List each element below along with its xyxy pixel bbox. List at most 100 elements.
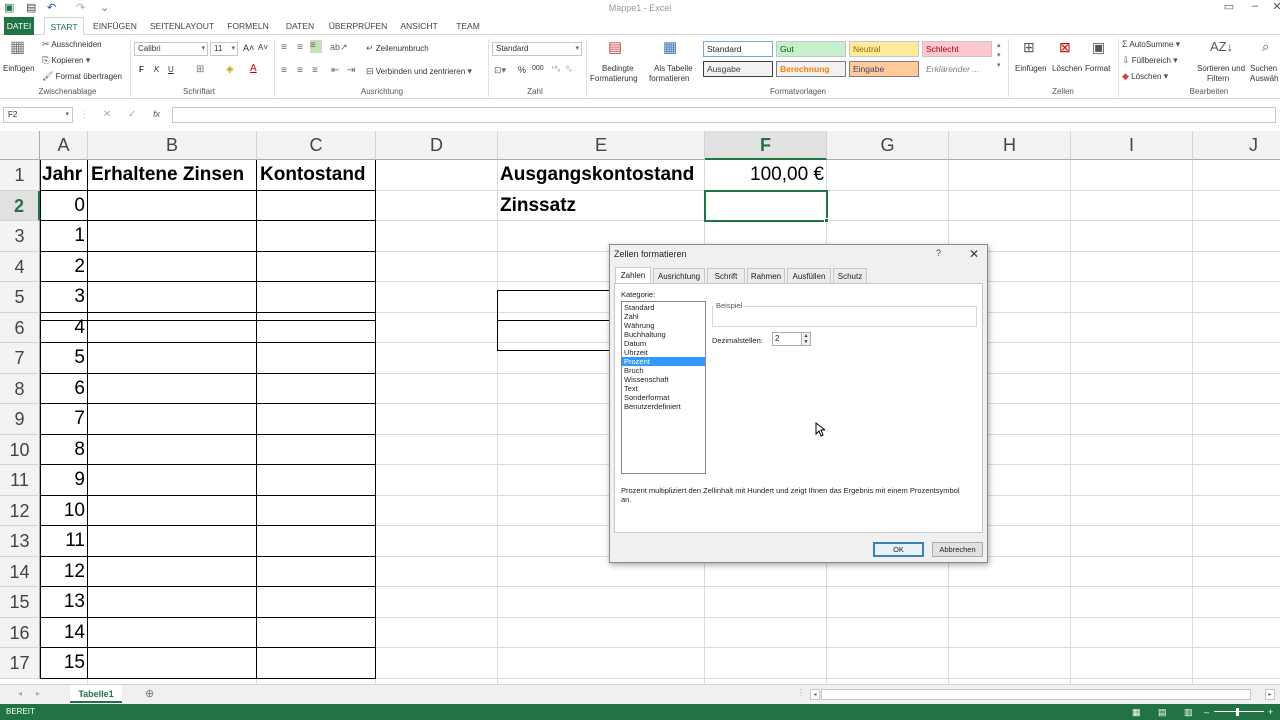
name-box[interactable]: F2 ▾	[3, 107, 73, 123]
wrap-text-button[interactable]: ↵ Zeilenumbruch	[366, 43, 429, 54]
row-header-1[interactable]: 1	[0, 160, 40, 191]
tab-start[interactable]: START	[44, 17, 84, 36]
column-header-J[interactable]: J	[1193, 131, 1280, 160]
active-cell-F2[interactable]	[704, 190, 828, 222]
thousands-button[interactable]: 000	[532, 65, 544, 72]
category-item[interactable]: Bruch	[622, 366, 705, 375]
row-header-10[interactable]: 10	[0, 434, 40, 465]
dialog-tab-numbers[interactable]: Zahlen	[615, 267, 651, 283]
increase-indent-icon[interactable]: ⇥	[347, 65, 355, 76]
font-size-select[interactable]: 11 ▾	[210, 42, 238, 56]
tab-review[interactable]: ÜBERPRÜFEN	[326, 17, 390, 35]
clear-button[interactable]: ◆ Löschen ▾	[1122, 71, 1168, 82]
category-item[interactable]: Wissenschaft	[622, 375, 705, 384]
category-item[interactable]: Benutzerdefiniert	[622, 402, 705, 411]
row-header-17[interactable]: 17	[0, 648, 40, 679]
tab-insert[interactable]: EINFÜGEN	[90, 17, 140, 35]
format-cells-button[interactable]: Format	[1085, 64, 1110, 73]
column-header-H[interactable]: H	[949, 131, 1071, 160]
format-cells-icon[interactable]: ▣	[1092, 39, 1105, 56]
normal-view-icon[interactable]: ▦	[1132, 704, 1141, 720]
category-item[interactable]: Standard	[622, 303, 705, 312]
align-bottom-icon[interactable]: ≡	[310, 40, 322, 53]
align-top-icon[interactable]: ≡	[281, 42, 287, 53]
percent-button[interactable]: %	[518, 65, 526, 75]
dialog-tab-fill[interactable]: Ausfüllen	[787, 268, 831, 283]
style-bad[interactable]: Schlecht	[922, 41, 992, 57]
border-icon[interactable]: ⊞	[196, 64, 204, 75]
zoom-slider-thumb[interactable]	[1236, 708, 1239, 716]
row-header-3[interactable]: 3	[0, 221, 40, 252]
cell-A10[interactable]: 8	[40, 435, 88, 465]
style-standard[interactable]: Standard	[703, 41, 773, 57]
row-header-14[interactable]: 14	[0, 556, 40, 587]
spin-down-icon[interactable]: ▼	[804, 339, 809, 345]
column-header-B[interactable]: B	[88, 131, 257, 160]
paste-button[interactable]: Einfügen	[3, 64, 35, 73]
italic-button[interactable]: K	[154, 65, 159, 74]
zoom-in-icon[interactable]: +	[1268, 704, 1273, 720]
shrink-font-icon[interactable]: A˅	[258, 43, 268, 52]
fill-color-icon[interactable]: ◈	[226, 64, 234, 75]
tab-data[interactable]: DATEN	[280, 17, 320, 35]
paste-icon[interactable]: ▦	[10, 37, 25, 57]
column-header-F[interactable]: F	[705, 131, 827, 160]
tab-page-layout[interactable]: SEITENLAYOUT	[148, 17, 216, 35]
insert-function-icon[interactable]: fx	[153, 109, 160, 119]
column-header-E[interactable]: E	[498, 131, 705, 160]
scroll-left-icon[interactable]: ◂	[810, 689, 820, 700]
conditional-formatting-button[interactable]: Bedingte	[602, 64, 634, 73]
underline-button[interactable]: U	[168, 65, 174, 74]
delete-cells-button[interactable]: Löschen	[1052, 64, 1082, 73]
help-icon[interactable]: ?	[936, 248, 941, 258]
cut-button[interactable]: ✂ Ausschneiden	[42, 39, 102, 50]
autosum-button[interactable]: Σ AutoSumme ▾	[1122, 39, 1180, 50]
tab-formulas[interactable]: FORMELN	[222, 17, 274, 35]
align-middle-icon[interactable]: ≡	[297, 42, 303, 53]
category-item[interactable]: Prozent	[622, 357, 705, 366]
category-item[interactable]: Währung	[622, 321, 705, 330]
copy-button[interactable]: ⎘ Kopieren ▾	[42, 55, 90, 66]
style-neutral[interactable]: Neutral	[849, 41, 919, 57]
sort-filter-button[interactable]: Sortieren und	[1197, 64, 1245, 73]
tab-view[interactable]: ANSICHT	[396, 17, 442, 35]
cancel-entry-icon[interactable]: ✕	[103, 109, 111, 120]
category-list[interactable]: Standard Zahl Währung Buchhaltung Datum Uhrze…	[621, 301, 706, 474]
formula-input[interactable]	[172, 107, 1276, 123]
cell-A13[interactable]: 11	[40, 526, 88, 556]
row-header-9[interactable]: 9	[0, 404, 40, 435]
format-as-table-button[interactable]: Als Tabelle	[654, 64, 693, 73]
cell-E2[interactable]: Zinssatz	[500, 191, 576, 221]
scroll-right-icon[interactable]: ▸	[1265, 689, 1275, 700]
find-select-icon[interactable]: ⌕	[1262, 39, 1269, 55]
conditional-formatting-icon[interactable]: ▤	[608, 38, 622, 56]
row-header-12[interactable]: 12	[0, 495, 40, 526]
cell-A16[interactable]: 14	[40, 618, 88, 648]
decrease-indent-icon[interactable]: ⇤	[331, 65, 339, 76]
style-explanatory[interactable]: Erklärender ...	[922, 61, 992, 77]
category-item[interactable]: Datum	[622, 339, 705, 348]
font-color-icon[interactable]: A	[250, 63, 257, 74]
category-item[interactable]: Zahl	[622, 312, 705, 321]
cell-A14[interactable]: 12	[40, 557, 88, 587]
row-header-15[interactable]: 15	[0, 587, 40, 618]
zoom-out-icon[interactable]: –	[1204, 704, 1209, 720]
cell-A5[interactable]: 3	[40, 282, 88, 312]
cell-B1[interactable]: Erhaltene Zinsen	[91, 160, 244, 190]
row-header-13[interactable]: 13	[0, 526, 40, 557]
bold-button[interactable]: F	[139, 65, 144, 74]
grow-font-icon[interactable]: A˄	[243, 43, 254, 53]
dialog-tab-font[interactable]: Schrift	[707, 268, 745, 283]
column-header-G[interactable]: G	[827, 131, 949, 160]
prev-sheet-icon[interactable]: ◂	[18, 689, 22, 698]
cell-A8[interactable]: 6	[40, 374, 88, 404]
column-header-I[interactable]: I	[1071, 131, 1193, 160]
row-header-11[interactable]: 11	[0, 465, 40, 496]
cell-A6[interactable]: 4	[40, 313, 88, 343]
font-name-select[interactable]: Calibri ▾	[134, 42, 208, 56]
cell-F1[interactable]: 100,00 €	[705, 160, 827, 190]
sheet-tab-tabelle1[interactable]: Tabelle1	[70, 685, 122, 703]
format-painter-button[interactable]: 🖌 Format übertragen	[42, 71, 122, 82]
confirm-entry-icon[interactable]: ✓	[128, 109, 136, 120]
tab-file[interactable]: DATEI	[4, 17, 34, 35]
